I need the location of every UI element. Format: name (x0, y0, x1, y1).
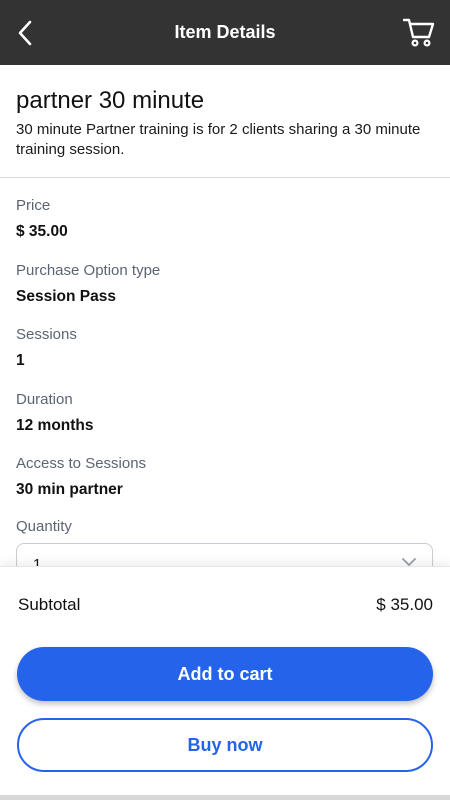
field-value: 12 months (16, 416, 94, 434)
field-label: Purchase Option type (16, 261, 161, 279)
add-to-cart-button[interactable]: Add to cart (17, 647, 433, 701)
sessions-field: Sessions 1 (16, 325, 434, 390)
field-label: Access to Sessions (16, 455, 147, 472)
item-details-list: Price $ 35.00 Purchase Option type Sessi… (16, 196, 434, 519)
field-label: Price (16, 197, 51, 214)
item-name: partner 30 minute (16, 87, 205, 114)
checkout-panel: Subtotal $ 35.00 Add to cart Buy now (0, 566, 450, 800)
item-summary: partner 30 minute 30 minute Partner trai… (0, 65, 450, 178)
item-details-screen: Item Details partner 30 minute 30 minute… (0, 0, 450, 800)
page-title: Item Details (174, 22, 276, 42)
buy-now-button[interactable]: Buy now (17, 718, 433, 772)
purchase-option-type-field: Purchase Option type Session Pass (16, 261, 434, 326)
subtotal-label: Subtotal (18, 595, 81, 614)
field-label: Sessions (16, 326, 77, 343)
price-field: Price $ 35.00 (16, 196, 434, 261)
home-indicator (0, 795, 450, 800)
item-description: 30 minute Partner training is for 2 clie… (16, 121, 421, 158)
cart-button[interactable] (402, 15, 436, 49)
back-button[interactable] (10, 16, 40, 50)
field-label: Duration (16, 390, 73, 408)
duration-field: Duration 12 months (16, 390, 434, 455)
top-app-bar: Item Details (0, 0, 450, 65)
subtotal-row: Subtotal $ 35.00 (18, 595, 433, 615)
field-value: $ 35.00 (16, 223, 68, 240)
cart-icon (403, 18, 435, 47)
field-value: Session Pass (16, 287, 116, 305)
quantity-label: Quantity (16, 518, 72, 535)
chevron-left-icon (18, 20, 32, 46)
field-value: 1 (16, 352, 25, 369)
access-to-sessions-field: Access to Sessions 30 min partner (16, 454, 434, 519)
field-value: 30 min partner (16, 481, 123, 498)
subtotal-value: $ 35.00 (376, 595, 433, 614)
